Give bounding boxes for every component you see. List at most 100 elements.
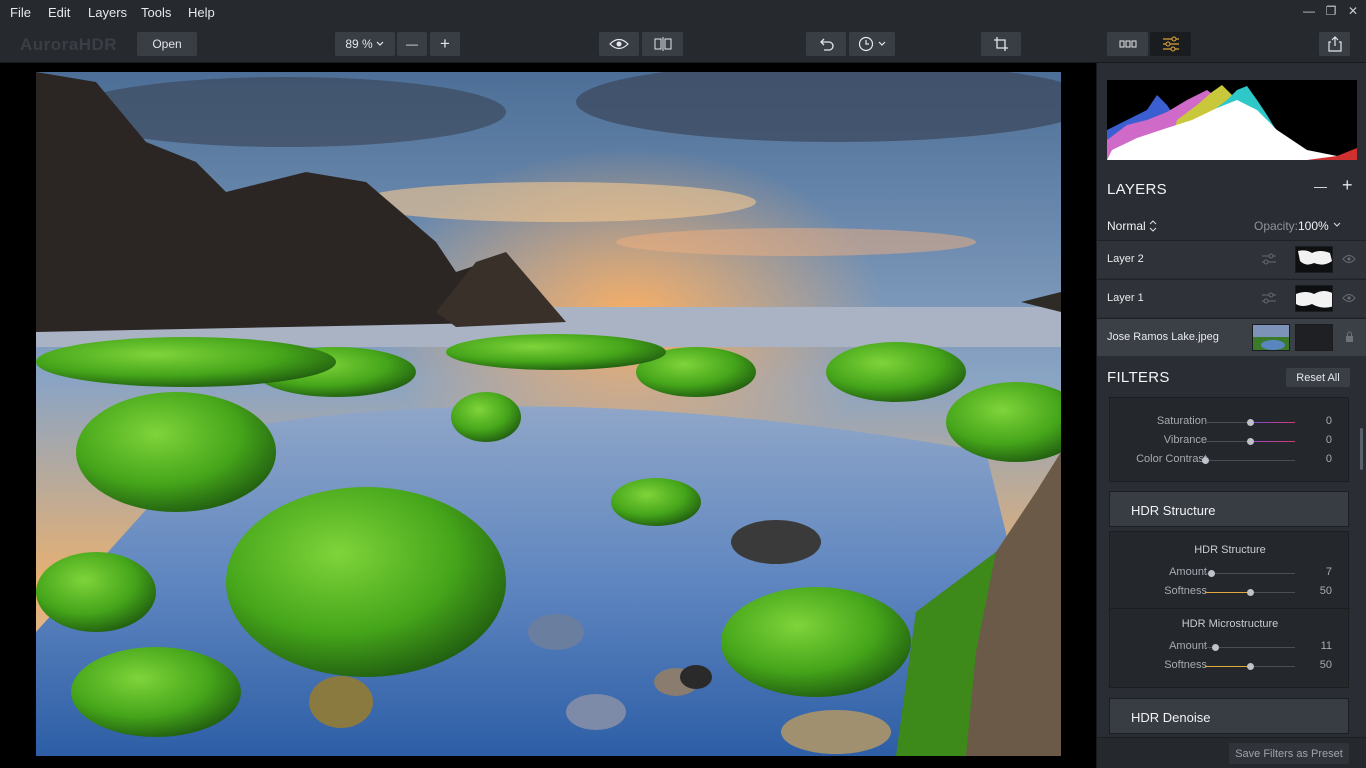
updown-icon	[1149, 220, 1157, 232]
menu-edit[interactable]: Edit	[48, 5, 70, 20]
slider-knob[interactable]	[1208, 570, 1215, 577]
presets-icon	[1119, 40, 1136, 48]
right-panel: LAYERS — + Normal Opacity: 100% Layer 2 …	[1096, 63, 1366, 768]
menu-file[interactable]: File	[10, 5, 31, 20]
remove-layer-button[interactable]: —	[1314, 179, 1327, 195]
app-logo: AuroraHDR	[20, 35, 118, 54]
slider-fill	[1205, 666, 1250, 667]
slider-knob[interactable]	[1247, 438, 1254, 445]
filters-scrollbar[interactable]	[1360, 428, 1363, 470]
layer-mask-thumbnail[interactable]	[1295, 246, 1333, 273]
slider-label: Softness	[1164, 659, 1207, 671]
chevron-down-icon	[1333, 222, 1341, 227]
undo-icon	[820, 38, 834, 51]
layer-row-layer-2[interactable]: Layer 2	[1097, 240, 1366, 278]
hdr-microstructure-subtitle: HDR Microstructure	[1181, 618, 1279, 630]
slider-label: Color Contrast	[1136, 453, 1207, 465]
layer-image-thumbnail[interactable]	[1252, 324, 1290, 351]
slider-track[interactable]	[1205, 644, 1295, 651]
slider-track[interactable]	[1202, 457, 1295, 464]
layer-mask-thumbnail[interactable]	[1295, 285, 1333, 312]
share-button[interactable]	[1319, 32, 1350, 56]
hdr-structure-subtitle: HDR Structure	[1194, 544, 1266, 556]
blend-row: Normal Opacity: 100%	[1107, 218, 1357, 234]
hdr-structure-header[interactable]: HDR Structure	[1109, 491, 1349, 527]
structure-softness-slider[interactable]: Softness 50	[1110, 585, 1350, 599]
slider-track[interactable]	[1205, 419, 1295, 426]
photo-preview[interactable]	[36, 72, 1061, 756]
slider-knob[interactable]	[1202, 457, 1209, 464]
slider-track[interactable]	[1205, 589, 1295, 596]
eye-icon	[609, 38, 629, 50]
menu-tools[interactable]: Tools	[141, 5, 171, 20]
restore-button[interactable]: ❐	[1322, 4, 1340, 18]
slider-value: 7	[1325, 566, 1332, 578]
crop-button[interactable]	[981, 32, 1021, 56]
reset-all-button[interactable]: Reset All	[1286, 368, 1350, 387]
structure-amount-slider[interactable]: Amount 7	[1110, 566, 1350, 580]
blend-mode-select[interactable]: Normal	[1107, 219, 1146, 233]
slider-knob[interactable]	[1212, 644, 1219, 651]
layer-row-base-image[interactable]: Jose Ramos Lake.jpeg	[1097, 318, 1366, 356]
slider-fill	[1250, 422, 1295, 423]
slider-value: 0	[1325, 415, 1332, 427]
slider-track[interactable]	[1205, 663, 1295, 670]
slider-label: Amount	[1169, 566, 1207, 578]
color-filter-box: Saturation 0 Vibrance 0 Color Contrast 0	[1109, 397, 1349, 482]
slider-value: 0	[1325, 453, 1332, 465]
layer-adjust-icon[interactable]	[1261, 252, 1277, 266]
panel-footer: Save Filters as Preset	[1097, 737, 1366, 768]
undo-button[interactable]	[806, 32, 846, 56]
zoom-dropdown[interactable]: 89 %	[335, 32, 395, 56]
preview-button[interactable]	[599, 32, 639, 56]
lock-icon	[1346, 331, 1353, 342]
micro-softness-slider[interactable]: Softness 50	[1110, 659, 1350, 673]
slider-knob[interactable]	[1247, 419, 1254, 426]
close-button[interactable]: ✕	[1344, 4, 1362, 18]
visibility-eye-icon[interactable]	[1342, 254, 1356, 264]
hdr-structure-box: HDR Structure Amount 7 Softness 50 HDR M…	[1109, 531, 1350, 688]
opacity-label: Opacity:	[1254, 219, 1299, 233]
hdr-denoise-header[interactable]: HDR Denoise	[1109, 698, 1349, 734]
visibility-eye-icon[interactable]	[1342, 293, 1356, 303]
slider-knob[interactable]	[1247, 589, 1254, 596]
saturation-slider[interactable]: Saturation 0	[1110, 415, 1350, 429]
history-button[interactable]	[849, 32, 895, 56]
layer-adjust-icon[interactable]	[1261, 291, 1277, 305]
filters-list[interactable]: Saturation 0 Vibrance 0 Color Contrast 0…	[1097, 397, 1366, 734]
open-button[interactable]: Open	[137, 32, 197, 56]
zoom-out-button[interactable]: —	[397, 32, 427, 56]
split-compare-icon	[654, 37, 671, 51]
layer-row-layer-1[interactable]: Layer 1	[1097, 279, 1366, 317]
menu-help[interactable]: Help	[188, 5, 215, 20]
add-layer-button[interactable]: +	[1342, 176, 1353, 194]
layer-mask-thumbnail[interactable]	[1295, 324, 1333, 351]
slider-knob[interactable]	[1247, 663, 1254, 670]
vibrance-slider[interactable]: Vibrance 0	[1110, 434, 1350, 448]
minimize-button[interactable]: —	[1300, 4, 1318, 18]
color-contrast-slider[interactable]: Color Contrast 0	[1110, 453, 1350, 467]
menu-bar: File Edit Layers Tools Help — ❐ ✕	[0, 0, 1366, 25]
opacity-value[interactable]: 100%	[1298, 219, 1329, 233]
slider-value: 0	[1325, 434, 1332, 446]
crop-icon	[994, 37, 1008, 51]
sliders-icon	[1162, 36, 1179, 52]
presets-toggle-button[interactable]	[1107, 32, 1148, 56]
slider-track[interactable]	[1205, 438, 1295, 445]
clock-icon	[858, 36, 873, 52]
adjustments-toggle-button[interactable]	[1150, 32, 1191, 56]
zoom-label: 89 %	[345, 37, 373, 51]
slider-value: 11	[1320, 640, 1332, 652]
micro-amount-slider[interactable]: Amount 11	[1110, 640, 1350, 654]
slider-value: 50	[1319, 659, 1332, 671]
slider-label: Softness	[1164, 585, 1207, 597]
slider-track[interactable]	[1205, 570, 1295, 577]
save-filters-preset-button[interactable]: Save Filters as Preset	[1229, 743, 1349, 764]
share-icon	[1327, 36, 1342, 52]
compare-button[interactable]	[642, 32, 683, 56]
zoom-in-button[interactable]: +	[430, 32, 460, 56]
menu-layers[interactable]: Layers	[88, 5, 127, 20]
canvas-area[interactable]	[0, 63, 1096, 768]
filter-header-label: HDR Denoise	[1131, 710, 1211, 725]
layers-title: LAYERS	[1107, 181, 1167, 198]
